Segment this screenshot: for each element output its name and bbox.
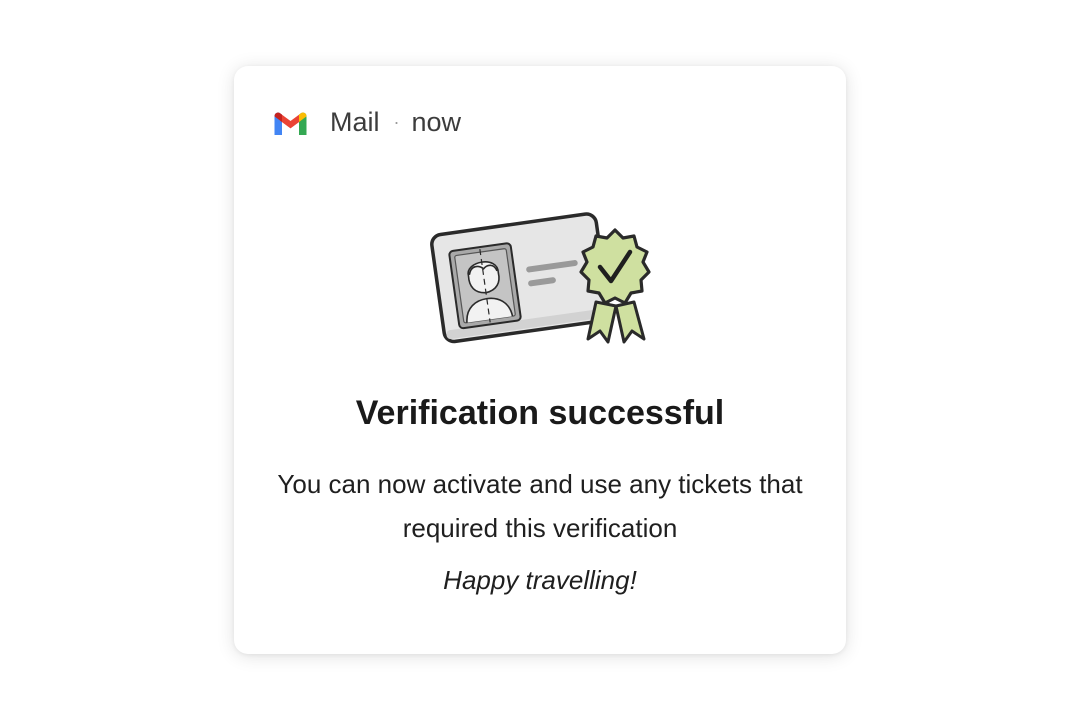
- id-card-verified-icon: [430, 212, 651, 344]
- notification-sign-off: Happy travelling!: [443, 565, 637, 595]
- app-name: Mail: [330, 107, 380, 137]
- notification-title: Verification successful: [355, 394, 725, 432]
- notification-card[interactable]: Mail · now Verification successful You c…: [234, 66, 846, 654]
- gmail-icon: [274, 112, 307, 135]
- notification-header: Mail · now: [272, 104, 461, 140]
- header-separator: ·: [393, 112, 400, 132]
- notification-time: now: [411, 107, 462, 137]
- notification-body: You can now activate and use any tickets…: [277, 469, 803, 543]
